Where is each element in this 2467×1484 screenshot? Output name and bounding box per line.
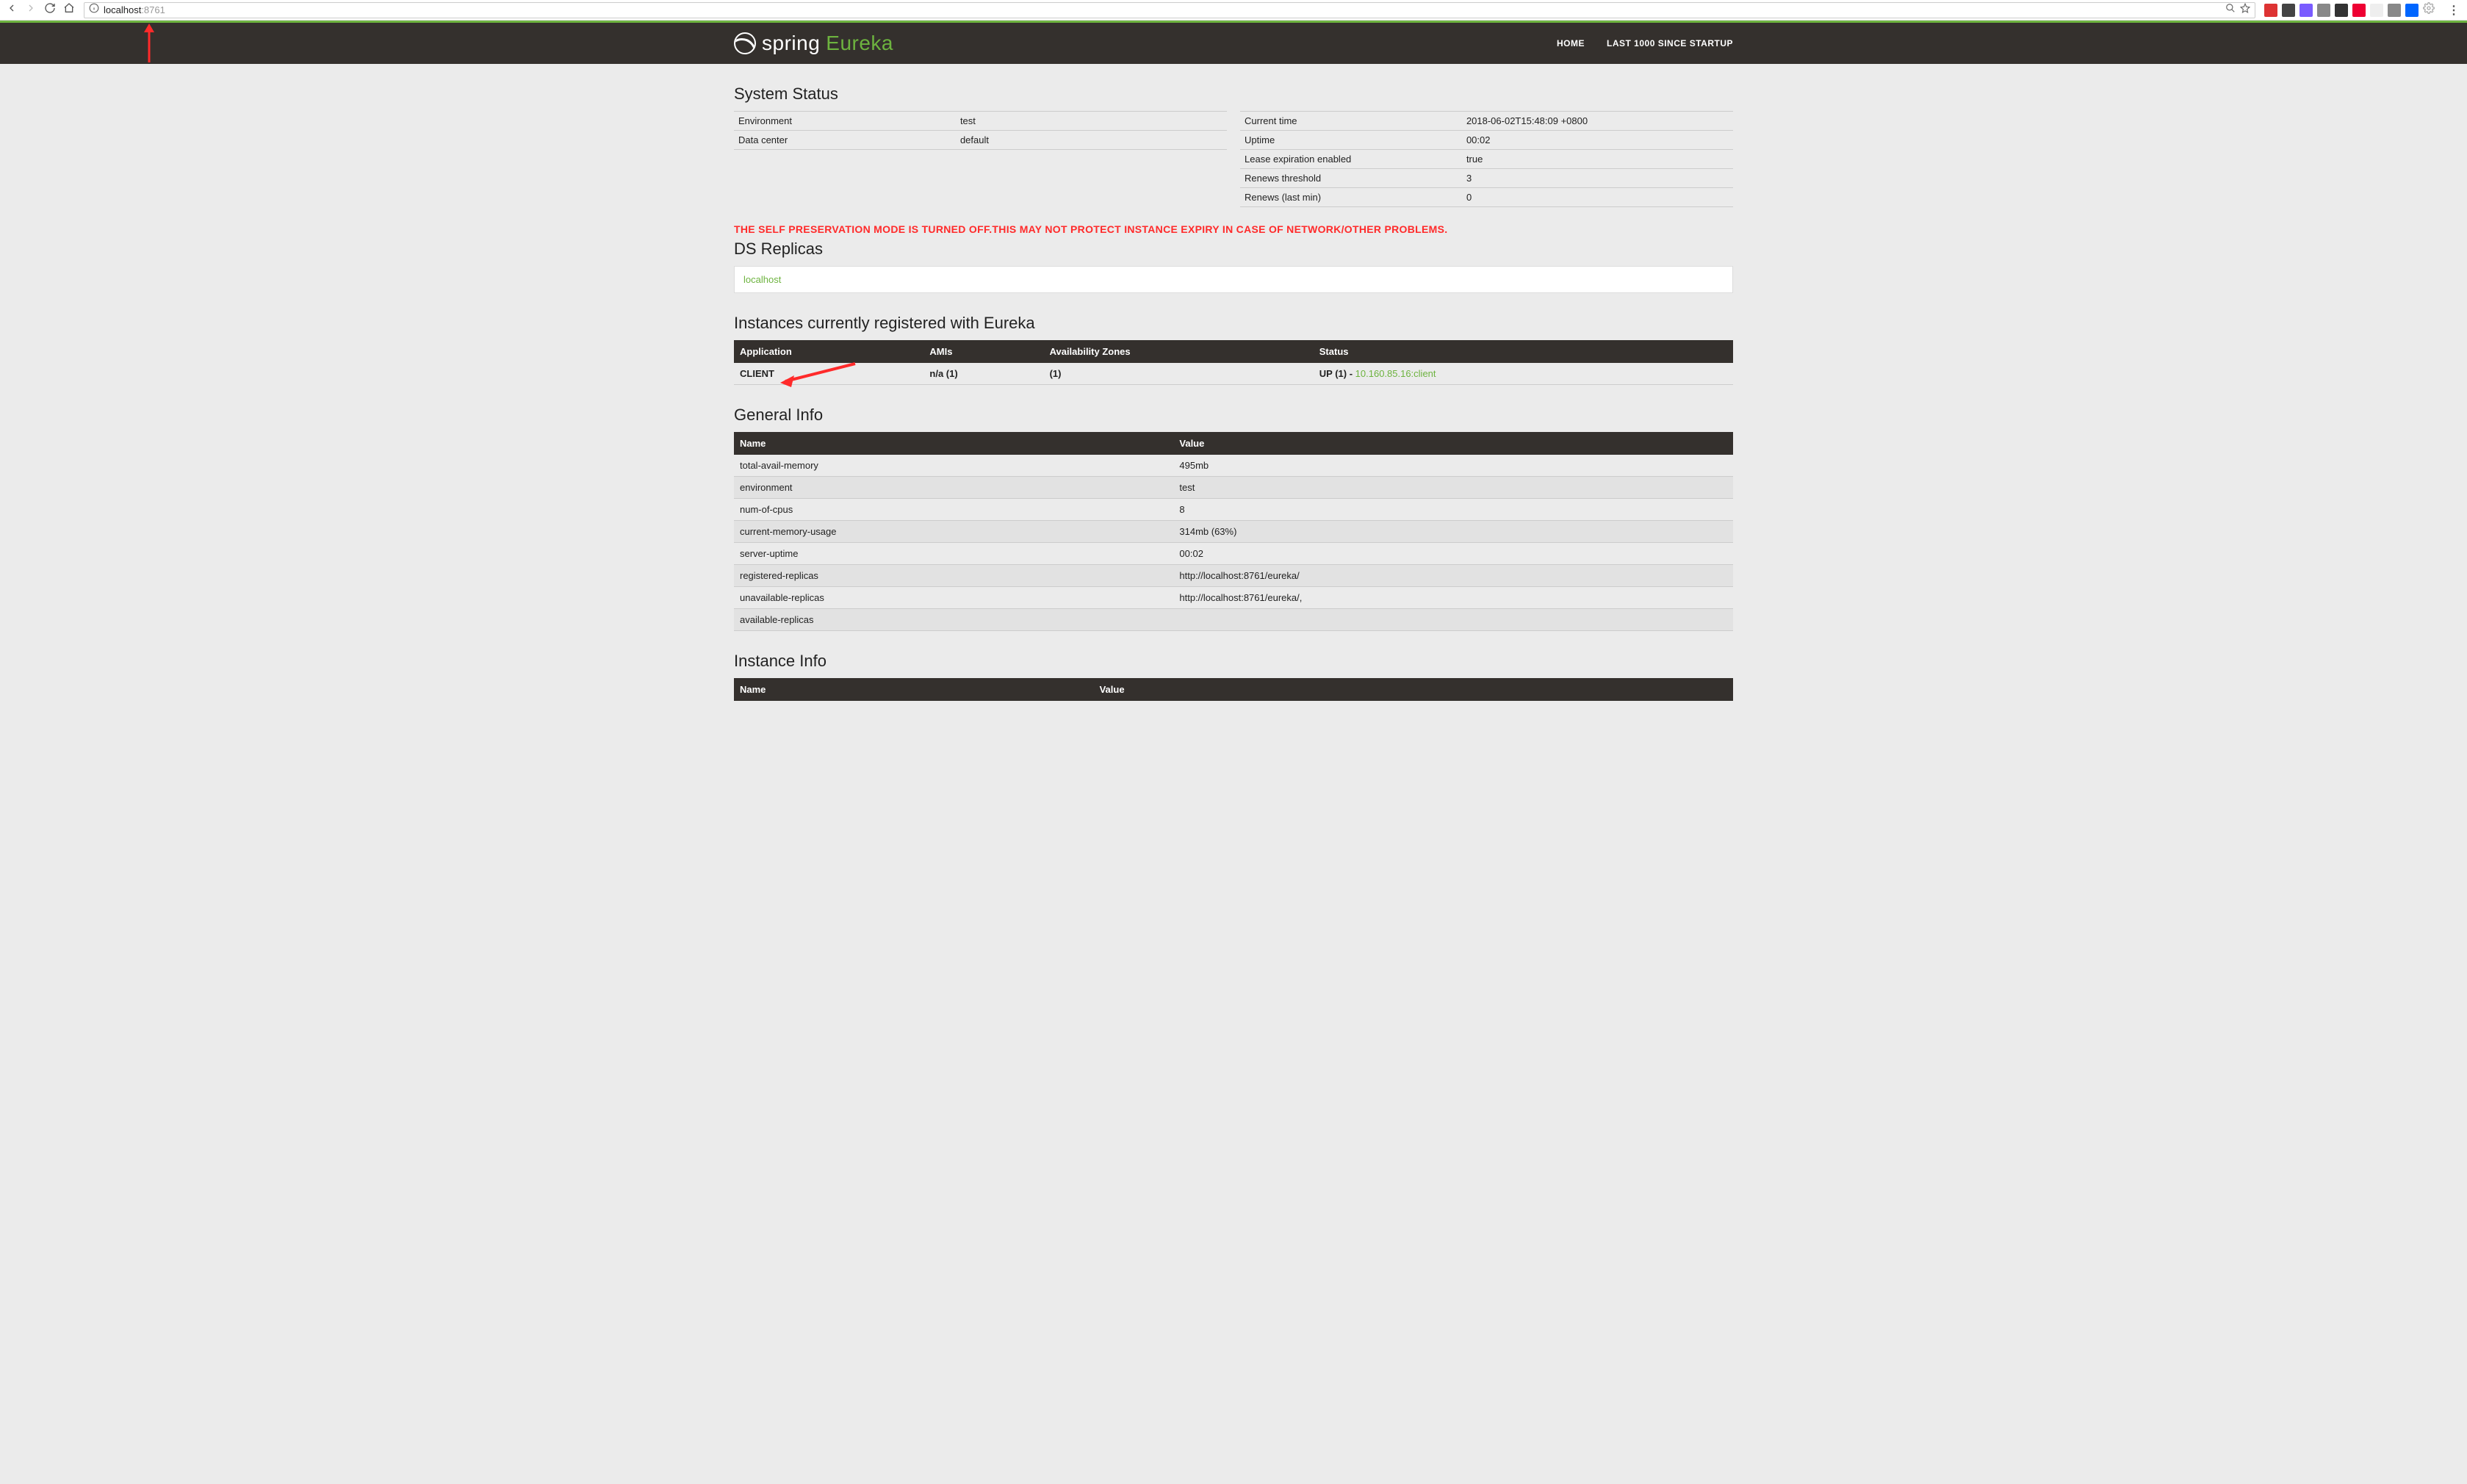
status-value: 0	[1462, 188, 1733, 207]
status-key: Uptime	[1240, 131, 1462, 150]
reload-icon[interactable]	[44, 2, 56, 18]
cell-value: test	[1173, 477, 1733, 499]
brand-text-spring: spring	[762, 32, 820, 55]
spring-logo-icon	[734, 32, 756, 54]
table-row: CLIENT n/a (1) (1) UP (1) - 10.160.85.16…	[734, 363, 1733, 385]
table-row: unavailable-replicashttp://localhost:876…	[734, 587, 1733, 609]
th-zones: Availability Zones	[1044, 340, 1314, 363]
ext-icon[interactable]	[2405, 4, 2419, 17]
heading-system-status: System Status	[734, 84, 1733, 104]
th-value: Value	[1173, 432, 1733, 455]
status-key: Renews threshold	[1240, 169, 1462, 188]
ext-icon[interactable]	[2317, 4, 2330, 17]
th-amis: AMIs	[923, 340, 1043, 363]
cell-name: current-memory-usage	[734, 521, 1173, 543]
instance-link[interactable]: 10.160.85.16:client	[1355, 368, 1436, 379]
annotation-arrow	[138, 22, 160, 66]
browser-chrome-bar: localhost:8761 ⋮	[0, 0, 2467, 21]
th-status: Status	[1314, 340, 1733, 363]
cell-value: http://localhost:8761/eureka/	[1173, 565, 1733, 587]
th-value: Value	[1094, 678, 1733, 701]
table-row: registered-replicashttp://localhost:8761…	[734, 565, 1733, 587]
status-value: 2018-06-02T15:48:09 +0800	[1462, 112, 1733, 131]
status-value: test	[956, 112, 1227, 131]
cell-value: http://localhost:8761/eureka/,	[1173, 587, 1733, 609]
cell-value: 00:02	[1173, 543, 1733, 565]
cell-name: server-uptime	[734, 543, 1173, 565]
annotation-arrow	[778, 362, 859, 389]
cell-value	[1173, 609, 1733, 631]
status-key: Data center	[734, 131, 956, 150]
heading-general-info: General Info	[734, 406, 1733, 425]
cell-name: environment	[734, 477, 1173, 499]
heading-instance-info: Instance Info	[734, 652, 1733, 671]
cell-status: UP (1) - 10.160.85.16:client	[1314, 363, 1733, 385]
site-info-icon[interactable]	[89, 3, 99, 17]
ext-icon[interactable]	[2388, 4, 2401, 17]
address-text: localhost:8761	[104, 4, 165, 15]
th-name: Name	[734, 678, 1094, 701]
table-row: current-memory-usage314mb (63%)	[734, 521, 1733, 543]
cell-value: 495mb	[1173, 455, 1733, 477]
replica-link[interactable]: localhost	[743, 274, 781, 285]
ext-icon[interactable]	[2264, 4, 2277, 17]
status-key: Lease expiration enabled	[1240, 150, 1462, 169]
table-row: available-replicas	[734, 609, 1733, 631]
th-name: Name	[734, 432, 1173, 455]
app-header: spring Eureka HOME LAST 1000 SINCE START…	[0, 23, 2467, 64]
status-key: Current time	[1240, 112, 1462, 131]
status-key: Environment	[734, 112, 956, 131]
status-value: default	[956, 131, 1227, 150]
status-value: 3	[1462, 169, 1733, 188]
cell-amis: n/a (1)	[923, 363, 1043, 385]
status-value: true	[1462, 150, 1733, 169]
chrome-menu-icon[interactable]: ⋮	[2441, 3, 2467, 18]
cell-value: 8	[1173, 499, 1733, 521]
search-address-icon[interactable]	[2225, 3, 2236, 17]
bookmark-star-icon[interactable]	[2240, 3, 2250, 17]
table-row: num-of-cpus8	[734, 499, 1733, 521]
status-value: 00:02	[1462, 131, 1733, 150]
back-icon[interactable]	[6, 2, 18, 18]
ext-icon[interactable]	[2352, 4, 2366, 17]
status-key: Renews (last min)	[1240, 188, 1462, 207]
cell-name: total-avail-memory	[734, 455, 1173, 477]
settings-gear-icon[interactable]	[2423, 2, 2435, 18]
table-row: total-avail-memory495mb	[734, 455, 1733, 477]
brand-text-eureka: Eureka	[826, 32, 893, 55]
self-preservation-warning: THE SELF PRESERVATION MODE IS TURNED OFF…	[734, 223, 1733, 235]
extensions-tray	[2258, 2, 2441, 18]
address-bar[interactable]: localhost:8761	[84, 2, 2255, 18]
ext-icon[interactable]	[2370, 4, 2383, 17]
cell-zones: (1)	[1044, 363, 1314, 385]
forward-icon	[25, 2, 37, 18]
ext-icon[interactable]	[2299, 4, 2313, 17]
heading-instances: Instances currently registered with Eure…	[734, 314, 1733, 333]
ds-replicas-box: localhost	[734, 266, 1733, 293]
cell-name: registered-replicas	[734, 565, 1173, 587]
ext-icon[interactable]	[2335, 4, 2348, 17]
cell-name: num-of-cpus	[734, 499, 1173, 521]
th-application: Application	[734, 340, 923, 363]
nav-home[interactable]: HOME	[1557, 38, 1585, 48]
cell-value: 314mb (63%)	[1173, 521, 1733, 543]
system-status-left-table: EnvironmenttestData centerdefault	[734, 111, 1227, 150]
general-info-table: Name Value total-avail-memory495mbenviro…	[734, 432, 1733, 631]
home-icon[interactable]	[63, 2, 75, 18]
instance-info-table: Name Value	[734, 678, 1733, 701]
ext-icon[interactable]	[2282, 4, 2295, 17]
cell-name: available-replicas	[734, 609, 1173, 631]
nav-last-1000[interactable]: LAST 1000 SINCE STARTUP	[1607, 38, 1733, 48]
cell-name: unavailable-replicas	[734, 587, 1173, 609]
table-row: server-uptime00:02	[734, 543, 1733, 565]
instances-table: Application AMIs Availability Zones Stat…	[734, 340, 1733, 385]
brand[interactable]: spring Eureka	[734, 32, 893, 55]
heading-ds-replicas: DS Replicas	[734, 239, 1733, 259]
table-row: environmenttest	[734, 477, 1733, 499]
system-status-right-table: Current time2018-06-02T15:48:09 +0800Upt…	[1240, 111, 1733, 207]
